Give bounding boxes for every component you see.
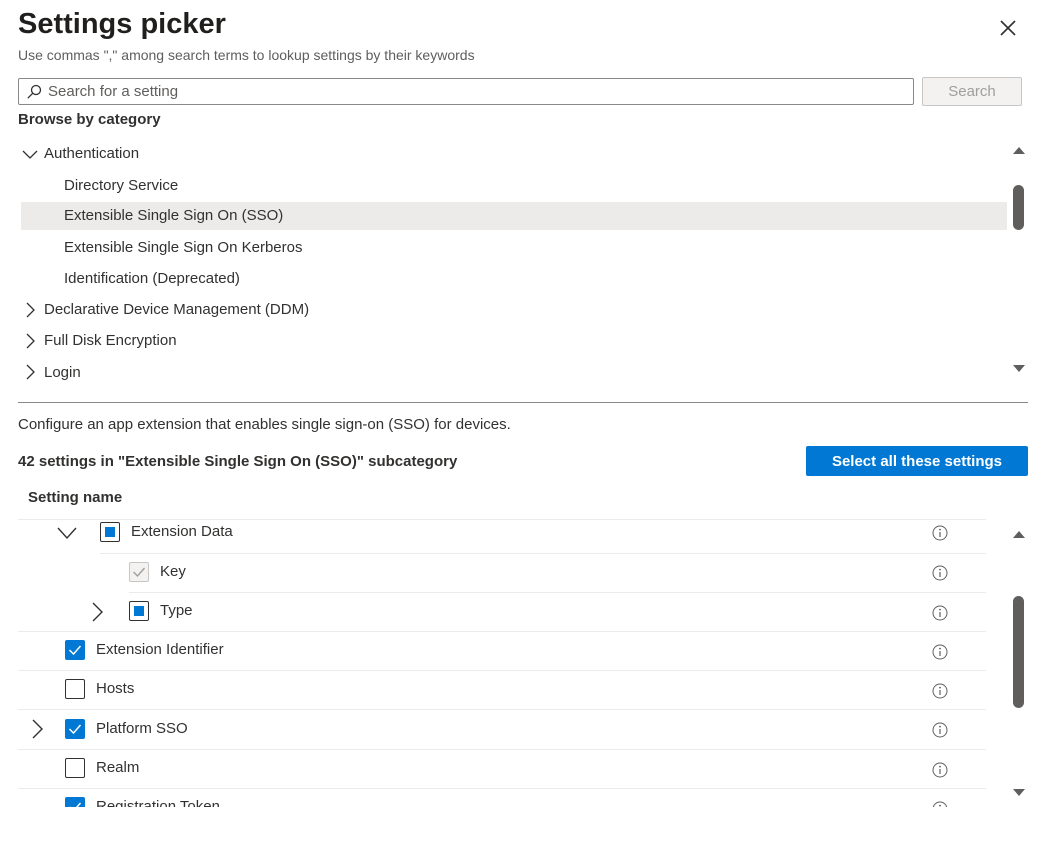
row-divider	[18, 749, 986, 750]
row-divider	[18, 670, 986, 671]
checkbox-platform-sso[interactable]	[65, 719, 85, 739]
tree-item-label: Extensible Single Sign On (SSO)	[64, 207, 284, 224]
setting-label: Registration Token	[96, 798, 220, 807]
row-divider	[18, 631, 986, 632]
section-divider	[18, 402, 1028, 403]
settings-list: Extension Data Key Type Extension Identi…	[18, 519, 1008, 807]
scroll-down-icon[interactable]	[1012, 787, 1026, 799]
select-all-button[interactable]: Select all these settings	[806, 446, 1028, 476]
checkmark-icon	[68, 645, 82, 656]
scroll-down-icon[interactable]	[1012, 363, 1026, 375]
row-divider	[18, 709, 986, 710]
page-subtitle: Use commas "," among search terms to loo…	[18, 47, 475, 63]
search-field[interactable]	[18, 78, 914, 105]
chevron-right-icon[interactable]	[24, 333, 36, 349]
search-icon	[27, 84, 42, 99]
subcategory-description: Configure an app extension that enables …	[18, 416, 511, 433]
checkbox-extension-data[interactable]	[100, 522, 120, 542]
checkbox-type[interactable]	[129, 601, 149, 621]
chevron-right-icon[interactable]	[30, 718, 44, 740]
checkbox-extension-identifier[interactable]	[65, 640, 85, 660]
setting-label: Hosts	[96, 680, 135, 697]
tree-item-directory-service[interactable]: Directory Service	[64, 172, 178, 200]
row-divider	[129, 592, 986, 593]
info-icon[interactable]	[932, 605, 948, 621]
tree-item-identification[interactable]: Identification (Deprecated)	[64, 265, 240, 293]
settings-count: 42 settings in "Extensible Single Sign O…	[18, 453, 458, 470]
row-divider	[100, 553, 986, 554]
setting-label: Platform SSO	[96, 720, 188, 737]
checkbox-hosts[interactable]	[65, 679, 85, 699]
category-scrollbar-thumb[interactable]	[1013, 185, 1024, 230]
search-input[interactable]	[48, 80, 908, 103]
checkbox-realm[interactable]	[65, 758, 85, 778]
checkbox-key[interactable]	[129, 562, 149, 582]
chevron-down-icon[interactable]	[22, 147, 38, 161]
chevron-right-icon[interactable]	[24, 302, 36, 318]
checkbox-registration-token[interactable]	[65, 797, 85, 807]
checkmark-icon	[69, 802, 82, 807]
checkmark-icon	[133, 567, 146, 578]
tree-item-extensible-sso[interactable]: Extensible Single Sign On (SSO)	[21, 202, 1007, 230]
column-header-setting-name: Setting name	[28, 489, 123, 506]
info-icon[interactable]	[932, 565, 948, 581]
info-icon[interactable]	[932, 801, 948, 807]
tree-item-extensible-sso-kerberos[interactable]: Extensible Single Sign On Kerberos	[64, 234, 302, 262]
page-title: Settings picker	[18, 8, 226, 40]
close-icon[interactable]	[996, 16, 1020, 40]
tree-item-ddm[interactable]: Declarative Device Management (DDM)	[44, 296, 309, 324]
info-icon[interactable]	[932, 525, 948, 541]
info-icon[interactable]	[932, 762, 948, 778]
chevron-right-icon[interactable]	[90, 601, 104, 623]
info-icon[interactable]	[932, 644, 948, 660]
setting-label: Type	[160, 602, 193, 619]
setting-label: Extension Data	[131, 523, 233, 540]
scroll-up-icon[interactable]	[1012, 144, 1026, 156]
browse-category-label: Browse by category	[18, 111, 161, 128]
search-button[interactable]: Search	[922, 77, 1022, 106]
setting-label: Extension Identifier	[96, 641, 224, 658]
chevron-right-icon[interactable]	[24, 364, 36, 380]
chevron-down-icon[interactable]	[56, 526, 78, 540]
tree-item-login[interactable]: Login	[44, 359, 81, 387]
settings-scrollbar-thumb[interactable]	[1013, 596, 1024, 708]
tree-item-authentication[interactable]: Authentication	[44, 140, 139, 168]
tree-item-full-disk-encryption[interactable]: Full Disk Encryption	[44, 327, 177, 355]
setting-label: Key	[160, 563, 186, 580]
setting-label: Realm	[96, 759, 140, 776]
scroll-up-icon[interactable]	[1012, 528, 1026, 540]
row-divider	[18, 519, 986, 520]
info-icon[interactable]	[932, 683, 948, 699]
info-icon[interactable]	[932, 722, 948, 738]
checkmark-icon	[68, 724, 82, 735]
row-divider	[18, 788, 986, 789]
